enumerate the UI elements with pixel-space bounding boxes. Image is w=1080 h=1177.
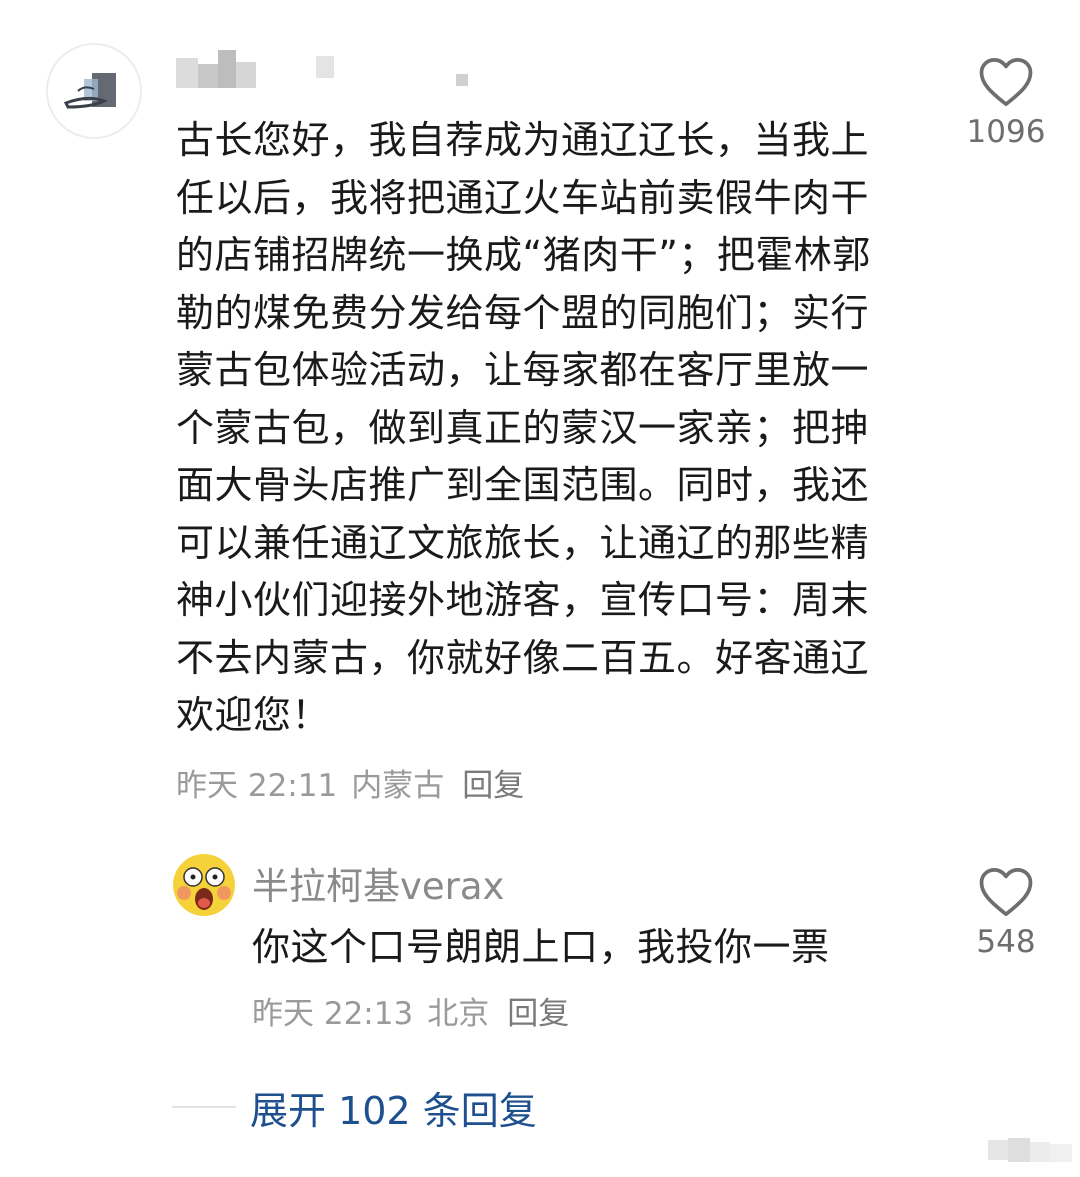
reply-button[interactable]: 回复 (462, 760, 524, 805)
reply-location: 北京 (427, 995, 490, 1032)
username-blurred (176, 50, 476, 92)
heart-icon (979, 57, 1033, 107)
reply-avatar[interactable] (172, 853, 236, 917)
avatar-image (48, 45, 140, 137)
comment-time: 昨天 22:11 (176, 767, 338, 804)
reply-like-count: 548 (976, 924, 1036, 960)
comment-location: 内蒙古 (351, 767, 445, 804)
watermark-blurred (978, 1130, 1080, 1173)
reply-username[interactable]: 半拉柯基verax (252, 856, 504, 910)
avatar[interactable] (46, 43, 142, 139)
reply-meta: 昨天 22:13 北京 回复 (252, 988, 569, 1032)
expand-divider (172, 1106, 236, 1108)
reply-text: 你这个口号朗朗上口，我投你一票 (252, 925, 830, 969)
expand-replies-link[interactable]: 展开 102 条回复 (250, 1080, 537, 1135)
like-count: 1096 (966, 114, 1046, 150)
shocked-face-icon (173, 854, 235, 916)
like-button[interactable]: 1096 (951, 56, 1061, 150)
reply-like-button[interactable]: 548 (951, 866, 1061, 960)
comment-text: 古长您好，我自荐成为通辽辽长，当我上任以后，我将把通辽火车站前卖假牛肉干的店铺招… (176, 118, 871, 737)
reply-reply-button[interactable]: 回复 (507, 988, 569, 1033)
reply-time: 昨天 22:13 (252, 995, 414, 1032)
comment-meta: 昨天 22:11 内蒙古 回复 (176, 760, 524, 804)
heart-icon (979, 867, 1033, 917)
